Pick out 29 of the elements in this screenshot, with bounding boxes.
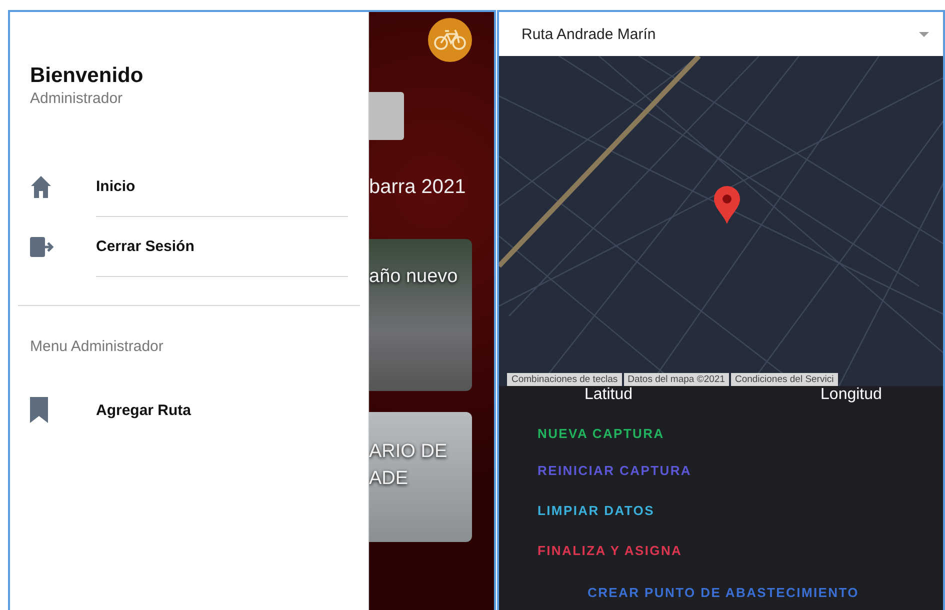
drawer-menu-item[interactable]: Agregar Ruta [10,380,368,440]
bicycle-icon[interactable] [428,18,472,62]
drawer-menu-item[interactable]: Cerrar Sesión [10,217,368,277]
home-icon [30,175,52,199]
field-background [369,92,404,140]
map-attribution-link[interactable]: Datos del mapa ©2021 [624,373,729,386]
card-caption: ARIO DE [369,441,448,462]
drawer-menu-item[interactable]: Inicio [10,157,368,217]
section-label: Menu Administrador [30,338,164,355]
logout-icon [30,237,54,257]
latitude-label: Latitud [584,386,633,404]
route-dropdown[interactable]: Ruta Andrade Marín [499,12,943,56]
drawer-subtitle: Administrador [30,90,124,107]
action-button[interactable]: NUEVA CAPTURA [537,416,664,450]
bookmark-icon [30,397,48,423]
action-button[interactable]: LIMPIAR DATOS [537,490,654,530]
action-button[interactable]: FINALIZA Y ASIGNA [537,530,682,570]
create-supply-point-button[interactable]: CREAR PUNTO DE ABASTECIMIENTO [588,572,859,610]
map-view[interactable]: Combinaciones de teclas Datos del mapa ©2021 Condiciones del Servici [499,56,943,386]
drawer-title: Bienvenido [30,64,144,88]
longitude-label: Longitud [820,386,882,404]
map-pin-icon [714,186,740,224]
card-caption: ADE [369,468,408,489]
map-attribution-link[interactable]: Combinaciones de teclas [507,373,622,386]
photo-card[interactable]: año nuevo [369,239,472,391]
banner-title: barra 2021 [369,176,467,199]
map-attribution-link[interactable]: Condiciones del Servici [730,373,838,386]
dropdown-caret-icon [919,32,929,36]
card-caption: año nuevo [369,266,458,287]
